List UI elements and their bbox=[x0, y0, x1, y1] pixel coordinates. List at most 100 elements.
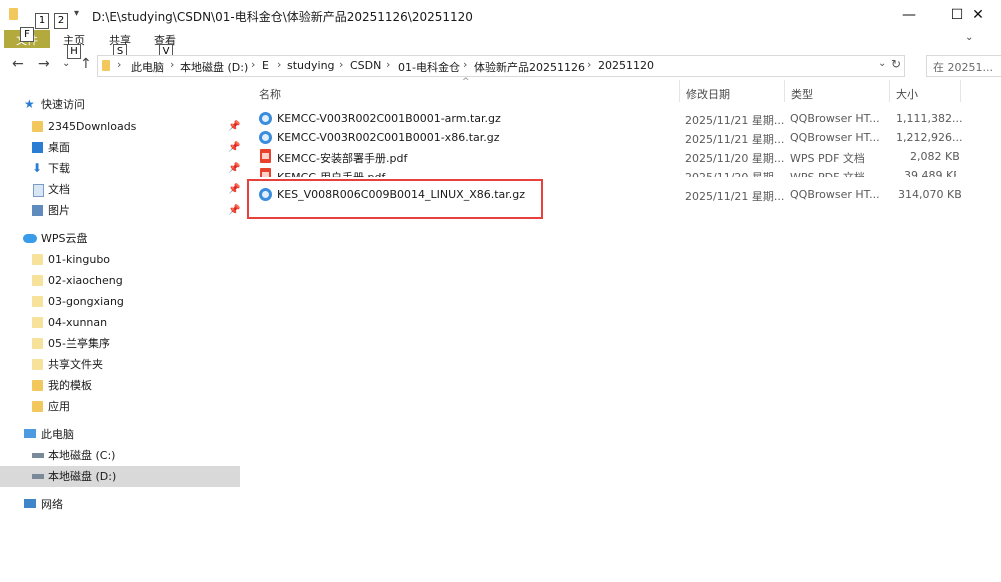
file-size: 1,111,382... bbox=[896, 112, 963, 125]
crumb-separator-icon: › bbox=[251, 58, 256, 71]
file-type: QQBrowser HT... bbox=[790, 112, 880, 125]
refresh-icon[interactable]: ↻ bbox=[891, 57, 901, 71]
close-button[interactable]: ✕ bbox=[955, 0, 1001, 30]
column-header-date[interactable]: 修改日期 bbox=[686, 86, 730, 102]
file-name: KEMCC-V003R002C001B0001-arm.tar.gz bbox=[277, 112, 501, 125]
column-header-type[interactable]: 类型 bbox=[791, 86, 813, 102]
nav-label: 02-xiaocheng bbox=[48, 274, 123, 287]
file-type: QQBrowser HT... bbox=[790, 131, 880, 144]
nav-label: 快速访问 bbox=[41, 98, 85, 111]
nav-label: 本地磁盘 (C:) bbox=[48, 449, 116, 462]
file-row[interactable]: KEMCC-安装部署手册.pdf 2025/11/20 星期... WPS PD… bbox=[256, 148, 960, 167]
forward-icon[interactable]: → bbox=[38, 56, 50, 72]
address-dropdown-icon[interactable]: ⌄ bbox=[878, 58, 886, 69]
drive-icon bbox=[32, 453, 44, 458]
pin-icon: 📌 bbox=[228, 121, 241, 132]
crumb-csdn[interactable]: CSDN bbox=[350, 59, 381, 72]
cloud-icon bbox=[23, 234, 37, 243]
file-date: 2025/11/21 星期... bbox=[685, 114, 785, 127]
pin-icon: 📌 bbox=[228, 205, 241, 216]
pin-icon: 📌 bbox=[228, 184, 241, 195]
column-header-size[interactable]: 大小 bbox=[896, 86, 918, 102]
folder-icon bbox=[9, 8, 18, 20]
crumb-separator-icon: › bbox=[339, 58, 344, 71]
column-divider[interactable] bbox=[679, 80, 680, 102]
pdf-file-icon bbox=[260, 149, 271, 163]
pin-icon: 📌 bbox=[228, 163, 241, 174]
minimize-button[interactable]: — bbox=[886, 0, 932, 30]
folder-icon bbox=[32, 401, 43, 412]
file-row[interactable]: KEMCC-用户手册.pdf 2025/11/20 星期... WPS PDF … bbox=[256, 167, 956, 177]
nav-quick-access[interactable]: ★ 快速访问 bbox=[22, 94, 240, 115]
nav-drive-d[interactable]: 本地磁盘 (D:) bbox=[0, 466, 240, 487]
column-divider[interactable] bbox=[889, 80, 890, 102]
file-type: WPS PDF 文档 bbox=[790, 152, 865, 165]
nav-label: 网络 bbox=[41, 498, 63, 511]
computer-icon bbox=[24, 429, 36, 438]
crumb-product[interactable]: 体验新产品20251126 bbox=[474, 59, 585, 75]
nav-item-downloads[interactable]: ⬇ 下载 📌 bbox=[30, 158, 240, 179]
navigation-pane: ★ 快速访问 2345Downloads 📌 桌面 📌 ⬇ 下载 📌 文档 📌 … bbox=[0, 94, 240, 524]
network-icon bbox=[24, 499, 36, 508]
window-title: D:\E\studying\CSDN\01-电科金仓\体验新产品20251126… bbox=[92, 10, 473, 24]
nav-item-desktop[interactable]: 桌面 📌 bbox=[30, 137, 240, 158]
file-size: 1,212,926... bbox=[896, 131, 963, 144]
address-bar[interactable]: › 此电脑 › 本地磁盘 (D:) › E › studying › CSDN … bbox=[97, 55, 905, 77]
desktop-icon bbox=[32, 142, 43, 153]
file-date: 2025/11/20 星期... bbox=[685, 169, 784, 177]
crumb-this-pc[interactable]: 此电脑 bbox=[131, 59, 164, 75]
column-divider[interactable] bbox=[784, 80, 785, 102]
archive-file-icon bbox=[259, 131, 272, 144]
crumb-01[interactable]: 01-电科金仓 bbox=[398, 59, 460, 75]
ribbon-collapse-icon[interactable]: ⌄ bbox=[965, 32, 973, 43]
folder-icon bbox=[32, 296, 43, 307]
annotation-highlight-box bbox=[247, 179, 543, 219]
column-header-name[interactable]: 名称 bbox=[259, 86, 281, 102]
crumb-20251120[interactable]: 20251120 bbox=[598, 59, 654, 72]
crumb-studying[interactable]: studying bbox=[287, 59, 335, 72]
file-size: 2,082 KB bbox=[910, 150, 960, 163]
nav-network[interactable]: 网络 bbox=[22, 494, 240, 515]
crumb-e[interactable]: E bbox=[262, 59, 269, 72]
nav-label: 04-xunnan bbox=[48, 316, 108, 329]
qat-keytip-1[interactable]: 1 bbox=[35, 13, 49, 29]
column-divider[interactable] bbox=[960, 80, 961, 102]
sort-indicator-icon: ^ bbox=[462, 77, 470, 87]
dropdown-icon[interactable]: ▾ bbox=[74, 8, 79, 19]
search-input[interactable]: 在 20251... bbox=[926, 55, 1001, 77]
crumb-separator-icon: › bbox=[463, 58, 468, 71]
nav-label: WPS云盘 bbox=[41, 232, 88, 245]
shared-folder-icon bbox=[32, 359, 43, 370]
file-date: 2025/11/20 星期... bbox=[685, 152, 785, 165]
nav-drive-c[interactable]: 本地磁盘 (C:) bbox=[30, 445, 240, 466]
picture-icon bbox=[32, 205, 43, 216]
nav-label: 我的模板 bbox=[48, 379, 92, 392]
file-type: WPS PDF 文档 bbox=[790, 169, 865, 177]
nav-label: 共享文件夹 bbox=[48, 358, 103, 371]
file-date: 2025/11/21 星期... bbox=[685, 133, 785, 146]
document-icon bbox=[33, 184, 44, 197]
nav-item-downloads-2345[interactable]: 2345Downloads 📌 bbox=[30, 116, 240, 137]
archive-file-icon bbox=[259, 112, 272, 125]
file-keytip: F bbox=[20, 27, 34, 42]
nav-wps-cloud[interactable]: WPS云盘 bbox=[22, 228, 240, 249]
nav-item-documents[interactable]: 文档 📌 bbox=[30, 179, 240, 200]
back-icon[interactable]: ← bbox=[12, 56, 24, 72]
up-icon[interactable]: ↑ bbox=[80, 56, 92, 72]
file-row[interactable]: KEMCC-V003R002C001B0001-x86.tar.gz 2025/… bbox=[256, 129, 962, 148]
file-date: 2025/11/21 星期... bbox=[685, 190, 785, 203]
folder-icon bbox=[102, 60, 110, 71]
file-size: 39,489 KB bbox=[904, 169, 956, 177]
folder-icon bbox=[32, 275, 43, 286]
folder-icon bbox=[32, 317, 43, 328]
nav-item-pictures[interactable]: 图片 📌 bbox=[30, 200, 240, 221]
nav-label: 下载 bbox=[48, 162, 70, 175]
crumb-drive-d[interactable]: 本地磁盘 (D:) bbox=[180, 59, 248, 75]
nav-this-pc[interactable]: 此电脑 bbox=[22, 424, 240, 445]
nav-label: 应用 bbox=[48, 400, 70, 413]
qat-keytip-2[interactable]: 2 bbox=[54, 13, 68, 29]
crumb-separator-icon: › bbox=[587, 58, 592, 71]
file-row[interactable]: KEMCC-V003R002C001B0001-arm.tar.gz 2025/… bbox=[256, 110, 962, 129]
recent-chevron-icon[interactable]: ⌄ bbox=[62, 58, 70, 69]
nav-label: 03-gongxiang bbox=[48, 295, 124, 308]
